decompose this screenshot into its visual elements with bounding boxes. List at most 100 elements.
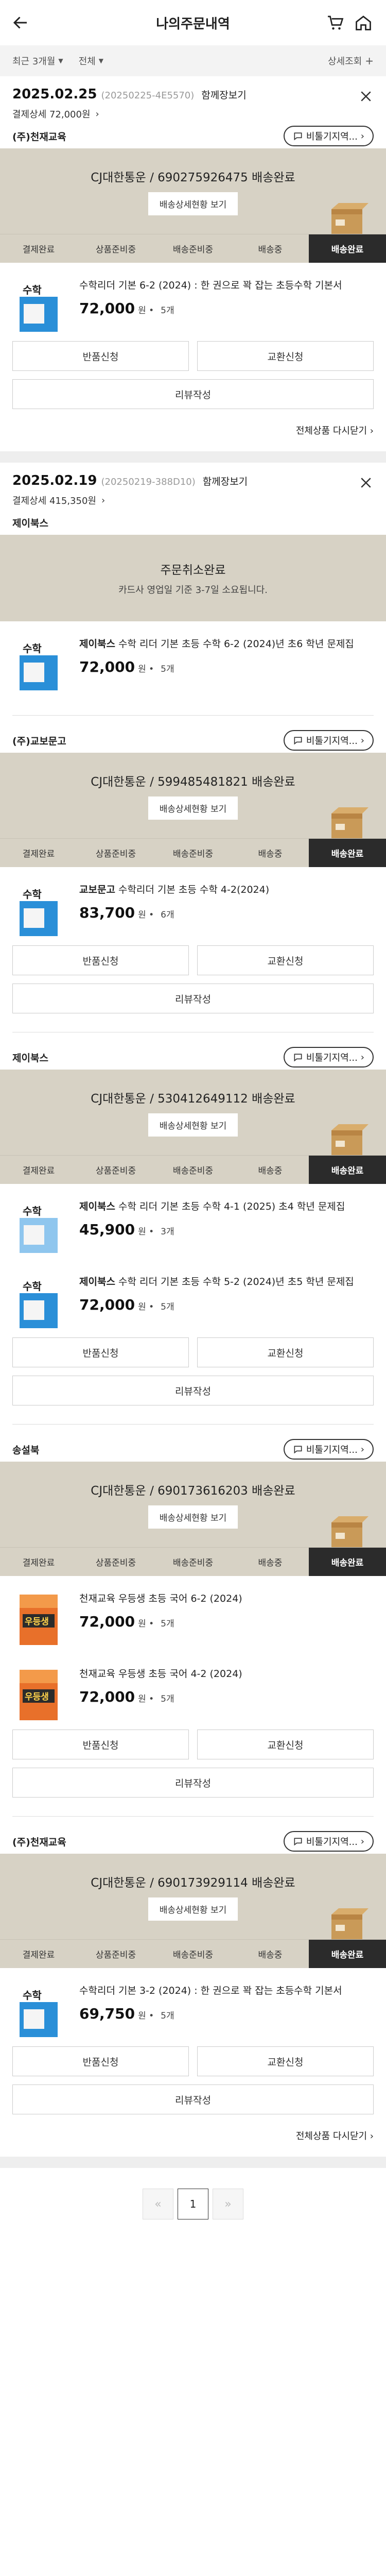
together-link[interactable]: 함께장보기 xyxy=(203,474,248,488)
period-filter[interactable]: 최근 3개월 ▼ xyxy=(12,54,63,67)
product-item[interactable]: 수학 제이북스 수학 리더 기본 초등 수학 6-2 (2024)년 초6 학년… xyxy=(0,621,386,697)
collapse-link[interactable]: 전체상품 다시닫기 › xyxy=(0,2114,386,2142)
product-item[interactable]: 우등생 천재교육 우등생 초등 국어 4-2 (2024) 72,000 원 • … xyxy=(0,1651,386,1726)
return-button[interactable]: 반품신청 xyxy=(12,341,189,371)
tracking-detail-button[interactable]: 배송상세현황 보기 xyxy=(148,1897,238,1921)
product-name[interactable]: 제이북스 수학 리더 기본 초등 수학 6-2 (2024)년 초6 학년 문제… xyxy=(79,637,374,651)
product-name[interactable]: 제이북스 수학 리더 기본 초등 수학 4-1 (2025) 초4 학년 문제집 xyxy=(79,1199,374,1214)
product-item[interactable]: 수학 수학리더 기본 3-2 (2024) : 한 권으로 꽉 잡는 초등수학 … xyxy=(0,1968,386,2043)
tracking-detail-button[interactable]: 배송상세현황 보기 xyxy=(148,796,238,820)
return-button[interactable]: 반품신청 xyxy=(12,945,189,975)
svg-text:수학: 수학 xyxy=(23,642,42,655)
return-button[interactable]: 반품신청 xyxy=(12,2046,189,2076)
step-item-active: 배송완료 xyxy=(309,839,386,867)
book-thumbnail: 우등생 xyxy=(20,1595,58,1645)
chat-icon xyxy=(294,737,302,745)
top-header: 나의주문내역 xyxy=(0,0,386,45)
prev-page-button[interactable]: « xyxy=(143,2189,173,2219)
cart-icon[interactable] xyxy=(326,13,345,32)
step-item: 상품준비중 xyxy=(95,1558,136,1568)
collapse-link[interactable]: 전체상품 다시닫기 › xyxy=(0,409,386,437)
product-item[interactable]: 수학 교보문고 수학리더 기본 초등 수학 4-2(2024) 83,700 원 … xyxy=(0,867,386,942)
review-button[interactable]: 리뷰작성 xyxy=(12,984,374,1013)
plus-icon: + xyxy=(365,55,374,67)
page-number-current[interactable]: 1 xyxy=(178,2189,208,2219)
review-button[interactable]: 리뷰작성 xyxy=(12,2084,374,2114)
box-icon xyxy=(331,1908,369,1939)
review-button[interactable]: 리뷰작성 xyxy=(12,379,374,409)
seller-contact-button[interactable]: 비툴기지역... › xyxy=(283,126,374,146)
product-name[interactable]: 천재교육 우등생 초등 국어 4-2 (2024) xyxy=(79,1667,374,1681)
courier-tracking: CJ대한통운 / 530412649112 배송완료 xyxy=(91,1092,295,1106)
courier-tracking: CJ대한통운 / 690173616203 배송완료 xyxy=(91,1484,295,1498)
box-icon xyxy=(331,1516,369,1547)
product-title: 수학 리더 기본 초등 수학 4-1 (2025) 초4 학년 문제집 xyxy=(118,1201,345,1212)
seller-row: 제이북스 비툴기지역... › xyxy=(0,1045,386,1070)
step-item: 상품준비중 xyxy=(95,849,136,859)
exchange-button[interactable]: 교환신청 xyxy=(197,1730,374,1759)
review-button[interactable]: 리뷰작성 xyxy=(12,1376,374,1405)
seller-contact-button[interactable]: 비툴기지역... › xyxy=(283,1439,374,1460)
seller-contact-button[interactable]: 비툴기지역... › xyxy=(283,1831,374,1852)
product-brand: 교보문고 xyxy=(79,884,115,895)
step-item-active: 배송완료 xyxy=(309,1940,386,1968)
product-qty: 5개 xyxy=(161,1694,174,1704)
product-qty: 5개 xyxy=(161,2011,174,2021)
close-icon[interactable] xyxy=(358,89,374,104)
action-buttons: 반품신청 교환신청 xyxy=(0,1334,386,1367)
detail-search-label: 상세조회 xyxy=(327,56,362,67)
seller-contact-button[interactable]: 비툴기지역... › xyxy=(283,730,374,751)
home-icon[interactable] xyxy=(354,13,373,32)
seller-contact-button[interactable]: 비툴기지역... › xyxy=(283,1047,374,1067)
tracking-detail-button[interactable]: 배송상세현황 보기 xyxy=(148,1505,238,1529)
payment-detail-link[interactable]: 결제상세 72,000원 › xyxy=(12,107,374,121)
product-name[interactable]: 교보문고 수학리더 기본 초등 수학 4-2(2024) xyxy=(79,883,374,897)
exchange-button[interactable]: 교환신청 xyxy=(197,2046,374,2076)
step-item: 배송중 xyxy=(258,1950,283,1960)
tracking-detail-button[interactable]: 배송상세현황 보기 xyxy=(148,192,238,215)
exchange-button[interactable]: 교환신청 xyxy=(197,341,374,371)
step-item: 배송준비중 xyxy=(172,849,214,859)
type-filter[interactable]: 전체 ▼ xyxy=(79,54,103,67)
product-item[interactable]: 우등생 천재교육 우등생 초등 국어 6-2 (2024) 72,000 원 • … xyxy=(0,1576,386,1651)
section-divider xyxy=(0,451,386,463)
product-name[interactable]: 수학리더 기본 3-2 (2024) : 한 권으로 꽉 잡는 초등수학 기본서 xyxy=(79,1984,374,1998)
product-name[interactable]: 천재교육 우등생 초등 국어 6-2 (2024) xyxy=(79,1591,374,1606)
order-date: 2025.02.19 xyxy=(12,473,97,488)
price-unit: 원 • xyxy=(138,2011,154,2021)
product-qty: 5개 xyxy=(161,664,174,674)
seller-name: (주)천재교육 xyxy=(12,131,66,143)
product-name[interactable]: 제이북스 수학 리더 기본 초등 수학 5-2 (2024)년 초5 학년 문제… xyxy=(79,1275,374,1289)
review-button[interactable]: 리뷰작성 xyxy=(12,1768,374,1798)
exchange-button[interactable]: 교환신청 xyxy=(197,1337,374,1367)
close-icon[interactable] xyxy=(358,475,374,490)
caret-down-icon: ▼ xyxy=(98,57,104,64)
product-item[interactable]: 수학 수학리더 기본 6-2 (2024) : 한 권으로 꽉 잡는 초등수학 … xyxy=(0,263,386,338)
product-price: 72,000 xyxy=(79,1613,135,1630)
filter-bar: 최근 3개월 ▼ 전체 ▼ 상세조회 + xyxy=(0,45,386,76)
return-button[interactable]: 반품신청 xyxy=(12,1730,189,1759)
back-arrow-icon[interactable] xyxy=(11,13,30,32)
step-item: 배송준비중 xyxy=(172,1166,214,1176)
product-item[interactable]: 수학 제이북스 수학 리더 기본 초등 수학 5-2 (2024)년 초5 학년… xyxy=(0,1259,386,1334)
detail-search-button[interactable]: 상세조회 + xyxy=(328,54,374,67)
product-item[interactable]: 수학 제이북스 수학 리더 기본 초등 수학 4-1 (2025) 초4 학년 … xyxy=(0,1184,386,1259)
product-qty: 3개 xyxy=(161,1227,174,1237)
svg-text:우등생: 우등생 xyxy=(25,1692,49,1702)
product-brand: 제이북스 xyxy=(79,638,115,650)
svg-text:수학: 수학 xyxy=(23,888,42,901)
book-thumbnail: 수학 xyxy=(20,640,58,690)
return-button[interactable]: 반품신청 xyxy=(12,1337,189,1367)
together-link[interactable]: 함께장보기 xyxy=(201,88,246,101)
product-qty: 5개 xyxy=(161,1619,174,1629)
chevron-right-icon: › xyxy=(95,108,99,120)
tracking-detail-button[interactable]: 배송상세현황 보기 xyxy=(148,1113,238,1137)
product-brand: 제이북스 xyxy=(79,1201,115,1212)
collapse-label: 전체상품 다시닫기 xyxy=(295,426,367,436)
next-page-button[interactable]: » xyxy=(213,2189,243,2219)
exchange-button[interactable]: 교환신청 xyxy=(197,945,374,975)
product-name[interactable]: 수학리더 기본 6-2 (2024) : 한 권으로 꽉 잡는 초등수학 기본서 xyxy=(79,278,374,293)
payment-detail-link[interactable]: 결제상세 415,350원 › xyxy=(12,494,374,507)
step-item: 결제완료 xyxy=(22,1950,55,1960)
book-thumbnail: 수학 xyxy=(20,281,58,332)
